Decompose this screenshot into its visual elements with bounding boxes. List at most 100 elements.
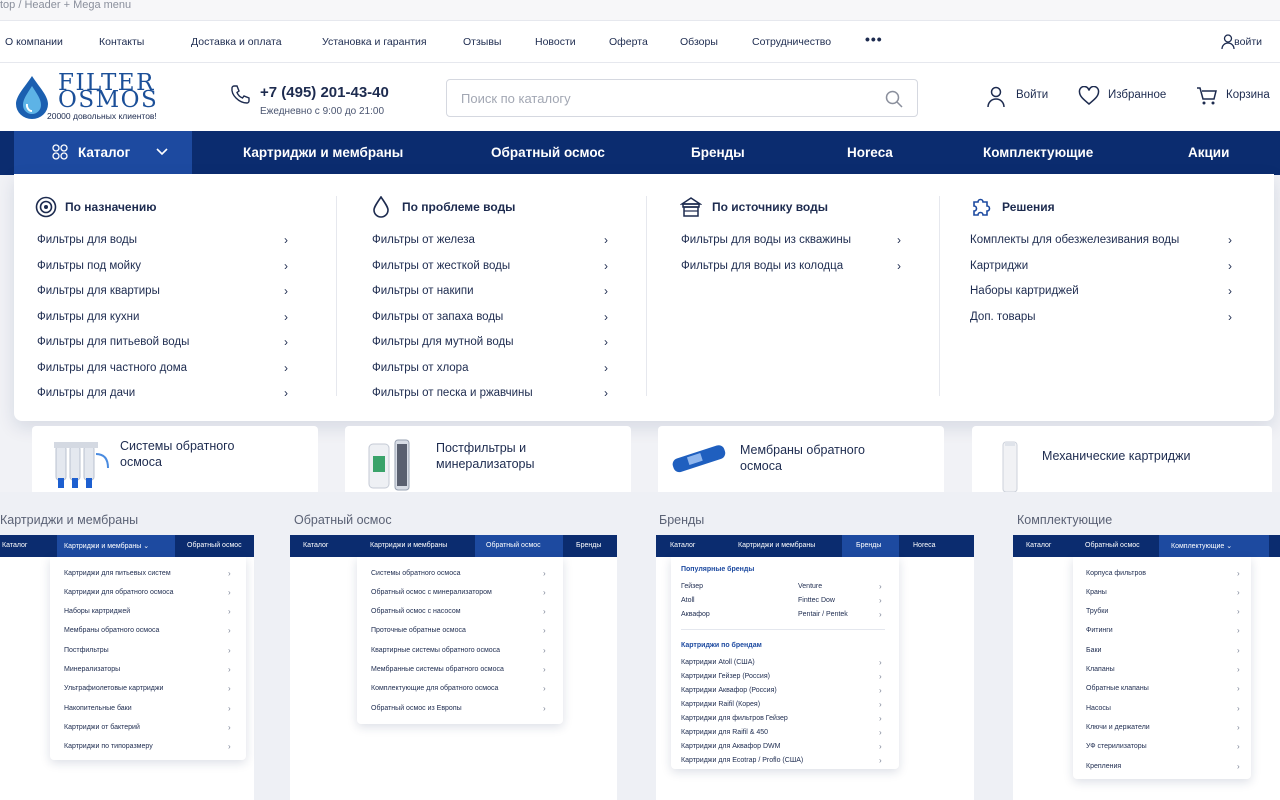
tile-ro-systems[interactable]: Системы обратного осмоса: [32, 426, 318, 492]
variant-item[interactable]: Картриджи по типоразмеру: [64, 743, 153, 750]
variant-item[interactable]: Насосы: [1086, 705, 1111, 712]
favorites-button[interactable]: Избранное: [1108, 89, 1166, 101]
mega-item[interactable]: Фильтры от железа: [372, 234, 475, 246]
mega-item[interactable]: Фильтры для воды: [37, 234, 137, 246]
logo[interactable]: FILTER OSMOS 20000 довольных клиентов!: [14, 71, 179, 126]
brand-link[interactable]: Atoll: [681, 597, 695, 604]
variant-item[interactable]: Обратный осмос с минерализатором: [371, 589, 492, 596]
variant-item[interactable]: Наборы картриджей: [64, 608, 130, 615]
mega-item[interactable]: Доп. товары: [970, 311, 1036, 323]
variant-nav-item[interactable]: Каталог: [1026, 542, 1051, 549]
brand-link[interactable]: Finttec Dow: [798, 597, 835, 604]
brand-link[interactable]: Гейзер: [681, 583, 703, 590]
tile-postfilters[interactable]: Постфильтры и минерализаторы: [345, 426, 631, 492]
variant-nav-item[interactable]: Обратный осмос: [486, 542, 541, 549]
variant-item[interactable]: Картриджи для Аквафор DWM: [681, 743, 781, 750]
variant-item[interactable]: Комплектующие для обратного осмоса: [371, 685, 498, 692]
mega-item[interactable]: Картриджи: [970, 260, 1028, 272]
mega-item[interactable]: Фильтры для квартиры: [37, 285, 160, 297]
variant-item[interactable]: Клапаны: [1086, 666, 1115, 673]
variant-nav-item[interactable]: Каталог: [2, 542, 27, 549]
category-brands[interactable]: Бренды: [691, 145, 745, 160]
variant-item[interactable]: Картриджи для Raifil & 450: [681, 729, 768, 736]
mega-item[interactable]: Фильтры для воды из скважины: [681, 234, 851, 246]
topnav-item-about[interactable]: О компании: [5, 36, 63, 48]
variant-item[interactable]: Ключи и держатели: [1086, 724, 1150, 731]
mega-item[interactable]: Фильтры от запаха воды: [372, 311, 503, 323]
variant-item[interactable]: Корпуса фильтров: [1086, 570, 1146, 577]
user-icon[interactable]: [986, 86, 1006, 108]
variant-item[interactable]: Картриджи для обратного осмоса: [64, 589, 173, 596]
variant-nav-item[interactable]: Картриджи и мембраны: [370, 542, 447, 549]
variant-item[interactable]: Картриджи Аквафор (Россия): [681, 687, 777, 694]
variant-item[interactable]: Картриджи для питьевых систем: [64, 570, 171, 577]
mega-item[interactable]: Фильтры от накипи: [372, 285, 474, 297]
catalog-button[interactable]: Каталог: [14, 131, 192, 175]
topnav-item-reviews2[interactable]: Обзоры: [680, 36, 718, 48]
phone-number[interactable]: +7 (495) 201-43-40: [260, 84, 389, 101]
mega-item[interactable]: Фильтры для воды из колодца: [681, 260, 843, 272]
variant-nav-item[interactable]: Комплектующие ⌄: [1171, 542, 1232, 550]
heart-icon[interactable]: [1078, 86, 1100, 106]
variant-item[interactable]: Накопительные баки: [64, 705, 132, 712]
topnav-item-partnership[interactable]: Сотрудничество: [752, 36, 831, 48]
search-input[interactable]: [461, 91, 861, 106]
variant-nav-item[interactable]: Обратный осмос: [1085, 542, 1140, 549]
topnav-login-link[interactable]: войти: [1234, 36, 1262, 48]
variant-item[interactable]: Картриджи Гейзер (Россия): [681, 673, 770, 680]
user-icon[interactable]: [1221, 34, 1235, 50]
topnav-item-install[interactable]: Установка и гарантия: [322, 36, 427, 48]
variant-item[interactable]: Минерализаторы: [64, 666, 120, 673]
topnav-item-contacts[interactable]: Контакты: [99, 36, 144, 48]
variant-item[interactable]: Трубки: [1086, 608, 1108, 615]
cart-button[interactable]: Корзина: [1226, 89, 1270, 101]
brand-link[interactable]: Pentair / Pentek: [798, 611, 848, 618]
brand-link[interactable]: Аквафор: [681, 611, 710, 618]
topnav-item-reviews[interactable]: Отзывы: [463, 36, 501, 48]
variant-item[interactable]: Мембранные системы обратного осмоса: [371, 666, 504, 673]
variant-nav-item[interactable]: Каталог: [303, 542, 328, 549]
mega-item[interactable]: Фильтры для питьевой воды: [37, 336, 189, 348]
variant-nav-item[interactable]: Бренды: [576, 542, 601, 549]
topnav-item-offer[interactable]: Оферта: [609, 36, 648, 48]
variant-item[interactable]: Краны: [1086, 589, 1107, 596]
mega-item[interactable]: Фильтры для мутной воды: [372, 336, 513, 348]
variant-item[interactable]: Квартирные системы обратного осмоса: [371, 647, 500, 654]
search-icon[interactable]: [885, 90, 903, 108]
variant-item[interactable]: Системы обратного осмоса: [371, 570, 461, 577]
mega-item[interactable]: Фильтры под мойку: [37, 260, 141, 272]
mega-item[interactable]: Фильтры для частного дома: [37, 362, 187, 374]
variant-item[interactable]: Картриджи от бактерий: [64, 724, 140, 731]
variant-item[interactable]: Постфильтры: [64, 647, 109, 654]
variant-nav-item[interactable]: Бренды: [856, 542, 881, 549]
variant-item[interactable]: Фитинги: [1086, 627, 1113, 634]
mega-item[interactable]: Фильтры для дачи: [37, 387, 135, 399]
variant-nav-item[interactable]: Horeca: [913, 542, 936, 549]
login-button[interactable]: Войти: [1016, 89, 1048, 101]
variant-item[interactable]: Картриджи Atoll (США): [681, 659, 755, 666]
mega-item[interactable]: Фильтры от песка и ржавчины: [372, 387, 533, 399]
category-reverse-osmosis[interactable]: Обратный осмос: [491, 145, 605, 160]
variant-item[interactable]: Баки: [1086, 647, 1101, 654]
tile-mechanical[interactable]: Механические картриджи: [972, 426, 1272, 492]
category-cartridges[interactable]: Картриджи и мембраны: [243, 145, 403, 160]
category-components[interactable]: Комплектующие: [983, 145, 1093, 160]
variant-nav-item[interactable]: Картриджи и мембраны ⌄: [64, 542, 149, 550]
variant-item[interactable]: Картриджи Raifil (Корея): [681, 701, 760, 708]
variant-item[interactable]: Мембраны обратного осмоса: [64, 627, 159, 634]
variant-nav-item[interactable]: Каталог: [670, 542, 695, 549]
variant-item[interactable]: Картриджи для фильтров Гейзер: [681, 715, 788, 722]
variant-nav-item[interactable]: Обратный осмос: [187, 542, 242, 549]
more-icon[interactable]: •••: [865, 31, 883, 47]
variant-item[interactable]: Ультрафиолетовые картриджи: [64, 685, 163, 692]
variant-item[interactable]: Картриджи для Ecotrap / Proflo (США): [681, 757, 803, 764]
variant-item[interactable]: Проточные обратные осмоса: [371, 627, 466, 634]
mega-item[interactable]: Комплекты для обезжелезивания воды: [970, 234, 1179, 246]
variant-nav-item[interactable]: Картриджи и мембраны: [738, 542, 815, 549]
variant-item[interactable]: Обратный осмос из Европы: [371, 705, 462, 712]
mega-item[interactable]: Фильтры от жесткой воды: [372, 260, 510, 272]
tile-membranes[interactable]: Мембраны обратного осмоса: [658, 426, 944, 492]
variant-item[interactable]: УФ стерилизаторы: [1086, 743, 1147, 750]
mega-item[interactable]: Фильтры для кухни: [37, 311, 139, 323]
mega-item[interactable]: Наборы картриджей: [970, 285, 1079, 297]
